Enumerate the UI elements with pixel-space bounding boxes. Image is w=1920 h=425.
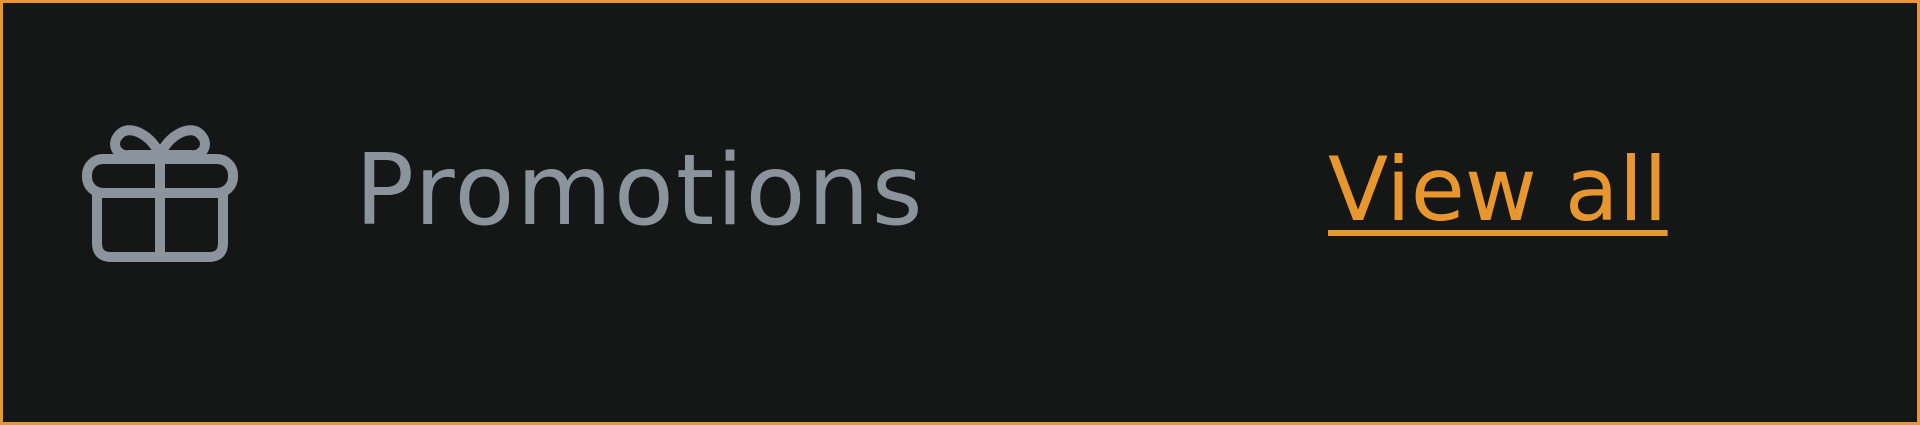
view-all-link[interactable]: View all xyxy=(1328,135,1668,245)
section-title: Promotions xyxy=(355,134,925,248)
gift-icon xyxy=(81,123,239,263)
promotions-header: Promotions View all xyxy=(0,0,1920,425)
